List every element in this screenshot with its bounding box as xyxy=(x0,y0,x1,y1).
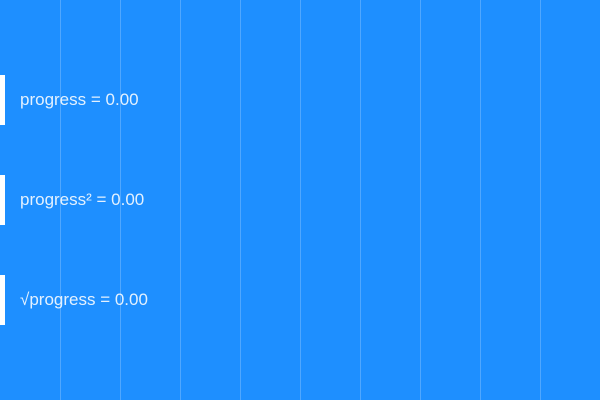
progress-bar-squared xyxy=(0,175,5,225)
progress-label-squared: progress² = 0.00 xyxy=(20,190,145,209)
progress-stage: progress = 0.00 progress² = 0.00 √progre… xyxy=(0,0,600,400)
progress-row-sqrt: √progress = 0.00 xyxy=(0,275,600,325)
progress-bar-sqrt xyxy=(0,275,5,325)
progress-label-sqrt: √progress = 0.00 xyxy=(20,290,148,309)
progress-row-squared: progress² = 0.00 xyxy=(0,175,600,225)
progress-bar-linear xyxy=(0,75,5,125)
progress-row-linear: progress = 0.00 xyxy=(0,75,600,125)
progress-label-linear: progress = 0.00 xyxy=(20,90,139,109)
